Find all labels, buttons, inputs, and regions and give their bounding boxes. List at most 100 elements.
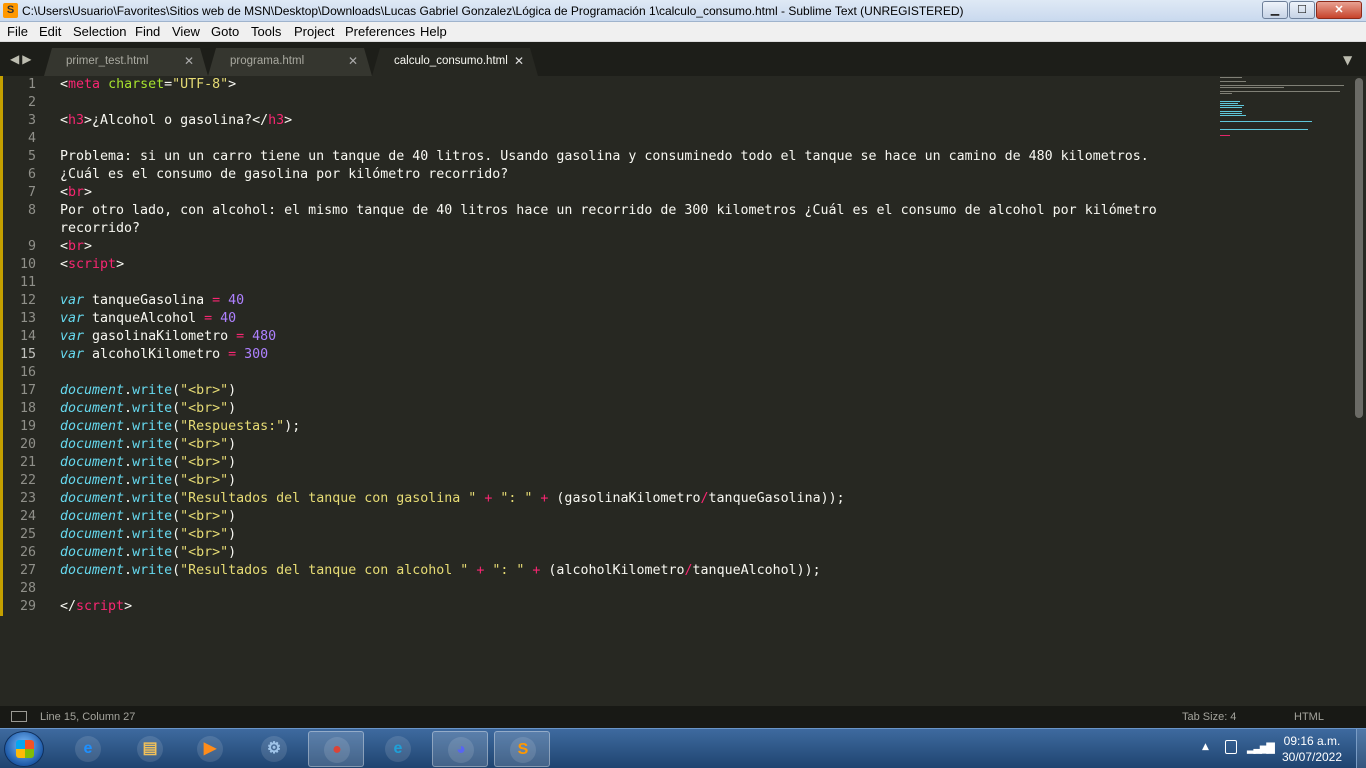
code-token: write [132, 383, 173, 398]
code-token: write [132, 491, 173, 506]
code-token: document [60, 437, 125, 452]
code-token: ( [172, 563, 181, 578]
tab-programa[interactable]: programa.html ✕ [208, 48, 372, 76]
code-text: document.write("<br>") [60, 526, 236, 544]
taskbar-chrome[interactable]: ● [308, 731, 364, 767]
cursor-position[interactable]: Line 15, Column 27 [40, 711, 135, 723]
code-text: var tanqueGasolina = 40 [60, 292, 244, 310]
system-clock[interactable]: 09:16 a.m. 30/07/2022 [1272, 733, 1352, 765]
tab-close-icon[interactable]: ✕ [184, 54, 194, 68]
windows-logo-icon [16, 740, 34, 758]
network-icon[interactable] [1225, 740, 1237, 754]
signal-icon[interactable]: ▂▃▅▇ [1247, 741, 1275, 754]
code-token: Problema: si un un carro tiene un tanque… [60, 149, 1149, 164]
file-explorer-icon: ▤ [137, 736, 163, 762]
code-token: 40 [220, 311, 237, 326]
tab-close-icon[interactable]: ✕ [348, 54, 358, 68]
code-token: < [60, 77, 69, 92]
show-desktop-button[interactable] [1356, 729, 1366, 768]
code-token: br [68, 239, 85, 254]
menu-help[interactable]: Help [420, 24, 447, 39]
taskbar-edge[interactable]: e [370, 731, 426, 767]
line-number: 28 [19, 581, 36, 596]
menu-goto[interactable]: Goto [211, 24, 239, 39]
tab-primer-test[interactable]: primer_test.html ✕ [44, 48, 208, 76]
taskbar-file-explorer[interactable]: ▤ [122, 731, 178, 767]
code-token: tanqueGasolina [84, 293, 213, 308]
code-token: . [124, 437, 133, 452]
code-token: document [60, 545, 125, 560]
line-number: 2 [27, 95, 36, 110]
code-token: "<br>" [180, 473, 229, 488]
menu-find[interactable]: Find [135, 24, 160, 39]
code-token: . [124, 527, 133, 542]
menu-view[interactable]: View [172, 24, 200, 39]
taskbar-discord[interactable]: ◕ [432, 731, 488, 767]
code-token: ) [228, 527, 237, 542]
line-number: 5 [27, 149, 36, 164]
vertical-scrollbar[interactable] [1355, 78, 1363, 418]
code-token: < [60, 239, 69, 254]
minimize-button[interactable]: ▁ [1262, 1, 1288, 19]
tab-calculo-consumo[interactable]: calculo_consumo.html ✕ [372, 48, 538, 76]
code-token: "UTF-8" [172, 77, 229, 92]
line-number: 25 [19, 527, 36, 542]
code-token: ( [172, 401, 181, 416]
code-token: "<br>" [180, 383, 229, 398]
tab-list-dropdown-icon[interactable]: ▼ [1343, 53, 1352, 67]
tab-size-selector[interactable]: Tab Size: 4 [1182, 711, 1236, 723]
code-token: > [228, 77, 237, 92]
code-token: write [132, 527, 173, 542]
show-hidden-icons-icon[interactable]: ▲ [1202, 742, 1209, 752]
code-token: ( [172, 473, 181, 488]
code-token: br [68, 185, 85, 200]
taskbar-sublime-text[interactable]: S [494, 731, 550, 767]
code-token: ": " [492, 563, 525, 578]
code-token: ( [172, 455, 181, 470]
taskbar-internet-explorer[interactable]: e [60, 731, 116, 767]
line-number: 7 [27, 185, 36, 200]
code-text: Problema: si un un carro tiene un tanque… [60, 148, 1149, 166]
tab-close-icon[interactable]: ✕ [514, 54, 524, 68]
menu-project[interactable]: Project [294, 24, 334, 39]
minimap[interactable] [1218, 76, 1346, 140]
code-editor[interactable]: 1 <meta charset="UTF-8"> 2 3 <h3>¿Alcohol o … [0, 76, 1366, 706]
code-token: alcoholKilometro [84, 347, 229, 362]
code-token: "<br>" [180, 437, 229, 452]
code-token: ) [228, 455, 237, 470]
code-token: h3 [268, 113, 285, 128]
code-token: write [132, 401, 173, 416]
start-button[interactable] [4, 731, 44, 767]
status-bar: Line 15, Column 27 Tab Size: 4 HTML [0, 706, 1366, 728]
code-text: document.write("Resultados del tanque co… [60, 490, 845, 508]
line-number: 21 [19, 455, 36, 470]
code-token: ( [172, 437, 181, 452]
title-bar[interactable]: S C:\Users\Usuario\Favorites\Sitios web … [0, 0, 1366, 22]
menu-edit[interactable]: Edit [39, 24, 61, 39]
code-token: document [60, 509, 125, 524]
code-text: ¿Cuál es el consumo de gasolina por kiló… [60, 166, 508, 184]
clock-date: 30/07/2022 [1281, 750, 1343, 764]
taskbar-control-panel[interactable]: ⚙ [246, 731, 302, 767]
code-text: <br> [60, 238, 92, 256]
code-token: . [124, 419, 133, 434]
syntax-selector[interactable]: HTML [1294, 711, 1324, 723]
close-button[interactable]: ✕ [1316, 1, 1362, 19]
code-token: 300 [244, 347, 269, 362]
menu-file[interactable]: File [7, 24, 28, 39]
code-token: > [124, 599, 133, 614]
tab-nav-arrows-icon[interactable]: ◀▶ [10, 52, 34, 66]
code-token: document [60, 527, 125, 542]
panel-toggle-icon[interactable] [11, 711, 27, 722]
menu-selection[interactable]: Selection [73, 24, 126, 39]
line-number: 26 [19, 545, 36, 560]
code-token: var [60, 329, 85, 344]
menu-tools[interactable]: Tools [251, 24, 281, 39]
menu-preferences[interactable]: Preferences [345, 24, 415, 39]
code-token: = [228, 347, 237, 362]
taskbar-media-player[interactable]: ▶ [182, 731, 238, 767]
code-token: (alcoholKilometro [540, 563, 685, 578]
maximize-button[interactable]: ☐ [1289, 1, 1315, 19]
windows-taskbar: e ▤ ▶ ⚙ ● e ◕ S ▲ ▂▃▅▇ 09:16 a.m. 30/07/2022 [0, 728, 1366, 768]
